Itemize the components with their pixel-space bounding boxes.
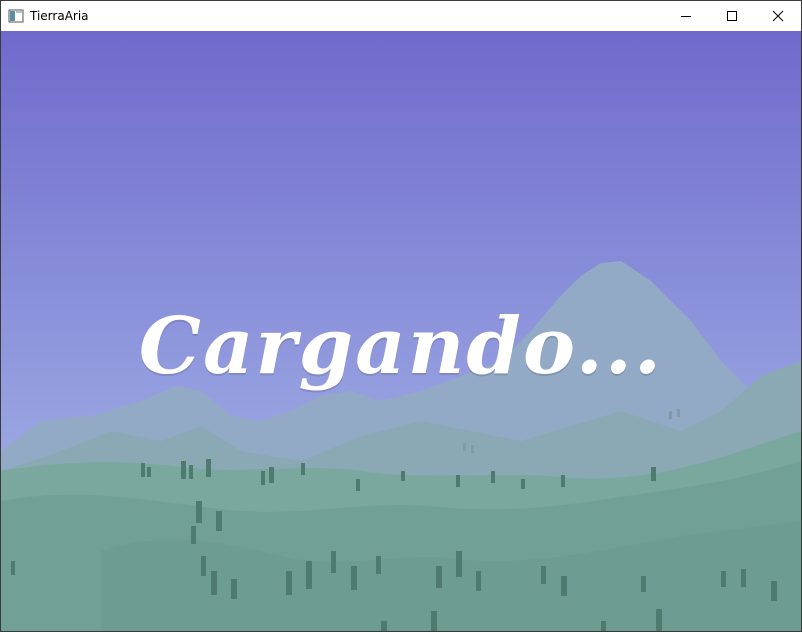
- minimize-icon: [681, 16, 691, 17]
- game-scene: Cargando...: [1, 31, 801, 631]
- loading-text: Cargando...: [138, 301, 664, 392]
- minimize-button[interactable]: [663, 1, 709, 31]
- app-icon: [8, 8, 24, 24]
- close-icon: [772, 10, 784, 22]
- close-button[interactable]: [755, 1, 801, 31]
- window-controls: [663, 1, 801, 31]
- window-title: TierraAria: [30, 9, 89, 23]
- maximize-button[interactable]: [709, 1, 755, 31]
- game-window: TierraAria Cargando...: [0, 0, 802, 632]
- maximize-icon: [727, 11, 737, 21]
- title-bar[interactable]: TierraAria: [1, 1, 801, 31]
